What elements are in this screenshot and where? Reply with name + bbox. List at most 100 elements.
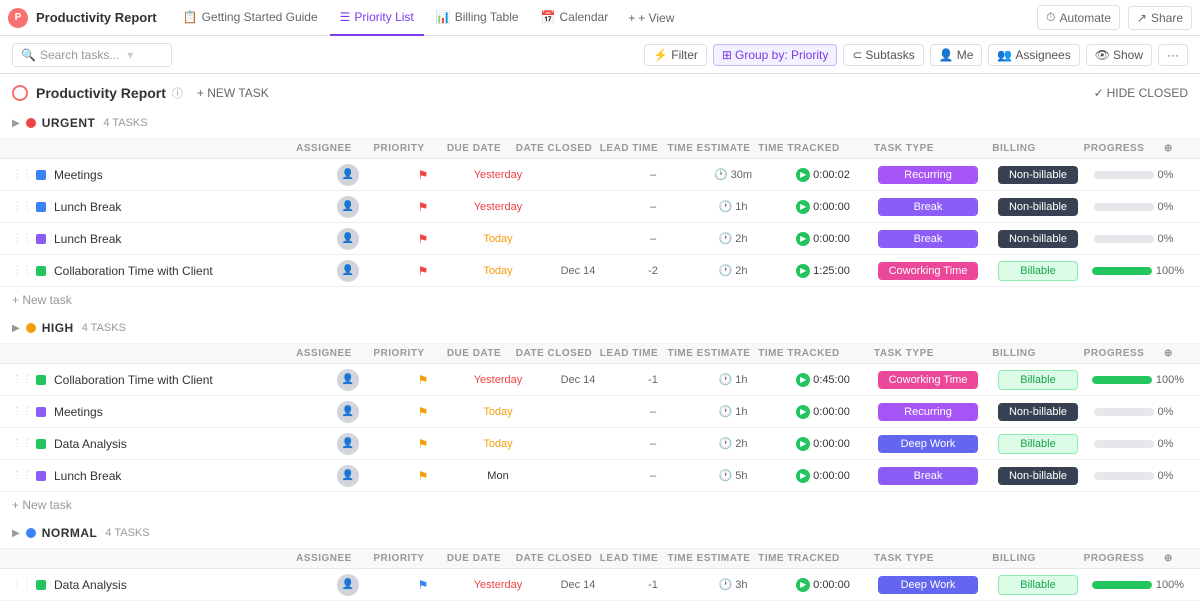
clock-icon: 🕐 (719, 264, 733, 277)
play-icon[interactable]: ▶ (796, 405, 810, 419)
new-task-high[interactable]: + New task (0, 492, 1200, 518)
search-box[interactable]: 🔍 Search tasks... ▾ (12, 43, 172, 67)
task-priority: ⚑ (388, 264, 458, 278)
play-icon[interactable]: ▶ (796, 264, 810, 278)
task-type-cell: Coworking Time (868, 262, 988, 280)
task-type-cell: Deep Work (868, 576, 988, 594)
col-header-lead-time: LEAD TIME (594, 143, 664, 154)
task-due-date: Mon (458, 470, 538, 482)
collapse-urgent-icon[interactable]: ▶ (12, 118, 20, 129)
show-button[interactable]: 👁 Show (1086, 44, 1152, 66)
task-name[interactable]: Lunch Break (54, 200, 308, 214)
drag-handle-icon[interactable]: ⋮⋮ (12, 374, 32, 385)
task-priority: ⚑ (388, 437, 458, 451)
play-icon[interactable]: ▶ (796, 373, 810, 387)
task-status-dot[interactable] (36, 471, 46, 481)
task-due-date: Today (458, 265, 538, 277)
task-progress-cell: 0% (1088, 201, 1188, 213)
task-status-dot[interactable] (36, 407, 46, 417)
task-name[interactable]: Collaboration Time with Client (54, 264, 308, 278)
automate-button[interactable]: ⏱ Automate (1037, 5, 1120, 30)
task-status-dot[interactable] (36, 202, 46, 212)
drag-handle-icon[interactable]: ⋮⋮ (12, 470, 32, 481)
drag-handle-icon[interactable]: ⋮⋮ (12, 169, 32, 180)
tab-billing-table[interactable]: 📊 Billing Table (426, 0, 529, 36)
task-billing-cell: Non-billable (988, 467, 1088, 485)
task-progress-cell: 0% (1088, 438, 1188, 450)
task-name[interactable]: Lunch Break (54, 469, 308, 483)
task-time-tracked: ▶0:00:00 (778, 405, 868, 419)
me-button[interactable]: 👤 Me (930, 44, 983, 66)
task-status-dot[interactable] (36, 266, 46, 276)
task-status-dot[interactable] (36, 375, 46, 385)
task-time-tracked: ▶0:00:00 (778, 232, 868, 246)
play-icon[interactable]: ▶ (796, 232, 810, 246)
progress-bar (1092, 581, 1152, 589)
section-header-high: ▶ HIGH 4 TASKS (0, 313, 1200, 344)
add-view-button[interactable]: + + View (620, 7, 682, 29)
task-status-dot[interactable] (36, 439, 46, 449)
subtasks-button[interactable]: ⊂ Subtasks (843, 44, 923, 66)
task-billing-cell: Non-billable (988, 198, 1088, 216)
task-type-badge: Deep Work (878, 576, 978, 594)
task-assignee: 👤 (308, 196, 388, 218)
collapse-high-icon[interactable]: ▶ (12, 323, 20, 334)
task-name[interactable]: Data Analysis (54, 578, 308, 592)
progress-text: 0% (1158, 470, 1183, 482)
progress-text: 0% (1158, 438, 1183, 450)
chevron-down-icon: ▾ (127, 48, 133, 62)
task-billing-cell: Billable (988, 434, 1088, 454)
new-task-urgent[interactable]: + New task (0, 287, 1200, 313)
tab-calendar[interactable]: 📅 Calendar (531, 0, 619, 36)
progress-text: 100% (1156, 265, 1184, 277)
assignees-button[interactable]: 👥 Assignees (988, 44, 1079, 66)
task-time-est: 🕐30m (688, 168, 778, 181)
task-name[interactable]: Lunch Break (54, 232, 308, 246)
tab-priority-list[interactable]: ☰ Priority List (330, 0, 424, 36)
info-icon[interactable]: ⓘ (172, 85, 183, 101)
col-header-add[interactable]: ⊕ (1164, 143, 1188, 154)
share-button[interactable]: ↗ Share (1128, 6, 1192, 30)
new-task-button[interactable]: + NEW TASK (191, 84, 275, 102)
clock-icon: 🕐 (719, 405, 733, 418)
avatar: 👤 (337, 164, 359, 186)
clock-icon: 🕐 (719, 200, 733, 213)
drag-handle-icon[interactable]: ⋮⋮ (12, 438, 32, 449)
task-lead-time: – (618, 201, 688, 213)
more-options-button[interactable]: ··· (1158, 44, 1188, 66)
task-assignee: 👤 (308, 401, 388, 423)
tab-getting-started[interactable]: 📋 Getting Started Guide (173, 0, 328, 36)
col-header-assignee: ASSIGNEE (284, 143, 364, 154)
drag-handle-icon[interactable]: ⋮⋮ (12, 265, 32, 276)
task-status-dot[interactable] (36, 234, 46, 244)
collapse-normal-icon[interactable]: ▶ (12, 528, 20, 539)
task-date-closed: Dec 14 (538, 579, 618, 591)
toolbar-right: ⚡ Filter ⊞ Group by: Priority ⊂ Subtasks… (644, 44, 1188, 66)
billing-table-icon: 📊 (436, 10, 451, 24)
task-status-dot[interactable] (36, 170, 46, 180)
drag-handle-icon[interactable]: ⋮⋮ (12, 579, 32, 590)
task-name[interactable]: Meetings (54, 168, 308, 182)
table-row: ⋮⋮ Lunch Break 👤 ⚑ Mon – 🕐5h ▶0:00:00 Br… (0, 460, 1200, 492)
task-status-dot[interactable] (36, 580, 46, 590)
task-type-badge: Break (878, 230, 978, 248)
group-by-button[interactable]: ⊞ Group by: Priority (713, 44, 837, 66)
drag-handle-icon[interactable]: ⋮⋮ (12, 233, 32, 244)
task-name[interactable]: Meetings (54, 405, 308, 419)
play-icon[interactable]: ▶ (796, 578, 810, 592)
group-icon: ⊞ (722, 48, 732, 62)
task-type-badge: Recurring (878, 403, 978, 421)
drag-handle-icon[interactable]: ⋮⋮ (12, 406, 32, 417)
play-icon[interactable]: ▶ (796, 168, 810, 182)
drag-handle-icon[interactable]: ⋮⋮ (12, 201, 32, 212)
play-icon[interactable]: ▶ (796, 437, 810, 451)
play-icon[interactable]: ▶ (796, 200, 810, 214)
task-name[interactable]: Collaboration Time with Client (54, 373, 308, 387)
task-name[interactable]: Data Analysis (54, 437, 308, 451)
play-icon[interactable]: ▶ (796, 469, 810, 483)
priority-flag-icon: ⚑ (418, 373, 429, 387)
billing-badge: Non-billable (998, 403, 1078, 421)
task-type-cell: Recurring (868, 166, 988, 184)
hide-closed-button[interactable]: ✓ HIDE CLOSED (1094, 86, 1188, 100)
filter-button[interactable]: ⚡ Filter (644, 44, 707, 66)
